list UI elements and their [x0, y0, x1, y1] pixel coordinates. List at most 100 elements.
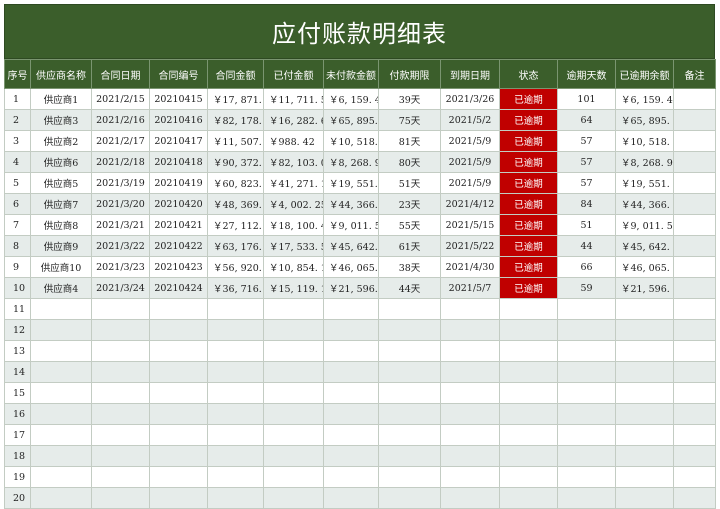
cell-note[interactable] [673, 340, 716, 362]
cell-overdue-days[interactable]: 57 [557, 151, 616, 173]
cell-no[interactable]: 8 [4, 235, 31, 257]
cell-amount[interactable]: ￥56, 920. 00 [207, 256, 264, 278]
col-header-amount[interactable]: 合同金额 [207, 59, 264, 89]
cell-supplier[interactable] [30, 403, 92, 425]
cell-no[interactable]: 2 [4, 109, 31, 131]
cell-due-date[interactable] [440, 487, 500, 509]
cell-term[interactable]: 75天 [378, 109, 441, 131]
cell-amount[interactable] [207, 403, 264, 425]
cell-amount[interactable]: ￥27, 112. 00 [207, 214, 264, 236]
cell-unpaid[interactable] [323, 424, 379, 446]
cell-due-date[interactable] [440, 361, 500, 383]
cell-contract-no[interactable]: 20210423 [149, 256, 208, 278]
cell-overdue-balance[interactable]: ￥19, 551. 81 [615, 172, 674, 194]
col-header-term[interactable]: 付款期限 [378, 59, 441, 89]
cell-paid[interactable] [263, 403, 324, 425]
cell-amount[interactable] [207, 466, 264, 488]
cell-contract-date[interactable] [91, 340, 150, 362]
cell-contract-date[interactable]: 2021/2/18 [91, 151, 150, 173]
cell-overdue-balance[interactable]: ￥44, 366. 75 [615, 193, 674, 215]
cell-status[interactable]: 已逾期 [499, 193, 558, 215]
cell-unpaid[interactable] [323, 466, 379, 488]
cell-no[interactable]: 7 [4, 214, 31, 236]
cell-overdue-balance[interactable]: ￥8, 268. 93 [615, 151, 674, 173]
cell-term[interactable]: 39天 [378, 88, 441, 110]
cell-term[interactable] [378, 340, 441, 362]
cell-no[interactable]: 15 [4, 382, 31, 404]
cell-status[interactable]: 已逾期 [499, 109, 558, 131]
cell-overdue-balance[interactable]: ￥45, 642. 45 [615, 235, 674, 257]
cell-overdue-balance[interactable]: ￥46, 065. 87 [615, 256, 674, 278]
cell-term[interactable] [378, 466, 441, 488]
cell-overdue-days[interactable]: 57 [557, 172, 616, 194]
cell-supplier[interactable] [30, 445, 92, 467]
cell-contract-date[interactable]: 2021/2/16 [91, 109, 150, 131]
col-header-due-date[interactable]: 到期日期 [440, 59, 500, 89]
cell-unpaid[interactable]: ￥6, 159. 41 [323, 88, 379, 110]
cell-note[interactable] [673, 466, 716, 488]
cell-status[interactable] [499, 319, 558, 341]
cell-overdue-days[interactable]: 84 [557, 193, 616, 215]
cell-unpaid[interactable]: ￥8, 268. 93 [323, 151, 379, 173]
cell-unpaid[interactable] [323, 445, 379, 467]
cell-term[interactable] [378, 361, 441, 383]
cell-paid[interactable]: ￥18, 100. 46 [263, 214, 324, 236]
cell-no[interactable]: 20 [4, 487, 31, 509]
cell-note[interactable] [673, 298, 716, 320]
cell-amount[interactable]: ￥60, 823. 00 [207, 172, 264, 194]
cell-note[interactable] [673, 130, 716, 152]
cell-supplier[interactable]: 供应商3 [30, 109, 92, 131]
cell-status[interactable] [499, 382, 558, 404]
cell-overdue-days[interactable]: 64 [557, 109, 616, 131]
cell-overdue-balance[interactable] [615, 424, 674, 446]
cell-supplier[interactable] [30, 319, 92, 341]
cell-paid[interactable]: ￥10, 854. 13 [263, 256, 324, 278]
col-header-overdue-balance[interactable]: 已逾期余额 [615, 59, 674, 89]
cell-note[interactable] [673, 172, 716, 194]
cell-contract-date[interactable]: 2021/3/23 [91, 256, 150, 278]
cell-contract-date[interactable]: 2021/3/24 [91, 277, 150, 299]
cell-contract-date[interactable]: 2021/2/15 [91, 88, 150, 110]
cell-paid[interactable] [263, 466, 324, 488]
cell-unpaid[interactable]: ￥65, 895. 37 [323, 109, 379, 131]
cell-paid[interactable] [263, 424, 324, 446]
cell-overdue-balance[interactable] [615, 319, 674, 341]
cell-no[interactable]: 14 [4, 361, 31, 383]
cell-no[interactable]: 4 [4, 151, 31, 173]
cell-status[interactable]: 已逾期 [499, 277, 558, 299]
col-header-no[interactable]: 序号 [4, 59, 31, 89]
cell-status[interactable]: 已逾期 [499, 151, 558, 173]
cell-contract-no[interactable]: 20210416 [149, 109, 208, 131]
cell-unpaid[interactable]: ￥19, 551. 81 [323, 172, 379, 194]
cell-term[interactable] [378, 319, 441, 341]
cell-status[interactable]: 已逾期 [499, 88, 558, 110]
cell-contract-no[interactable] [149, 424, 208, 446]
cell-term[interactable]: 61天 [378, 235, 441, 257]
cell-term[interactable]: 81天 [378, 130, 441, 152]
cell-note[interactable] [673, 109, 716, 131]
cell-overdue-days[interactable] [557, 403, 616, 425]
cell-contract-date[interactable] [91, 424, 150, 446]
cell-term[interactable] [378, 424, 441, 446]
cell-overdue-days[interactable] [557, 445, 616, 467]
col-header-supplier[interactable]: 供应商名称 [30, 59, 92, 89]
cell-overdue-days[interactable] [557, 424, 616, 446]
cell-overdue-days[interactable] [557, 298, 616, 320]
cell-paid[interactable] [263, 319, 324, 341]
cell-overdue-balance[interactable] [615, 487, 674, 509]
cell-paid[interactable] [263, 382, 324, 404]
cell-contract-date[interactable]: 2021/3/20 [91, 193, 150, 215]
cell-due-date[interactable] [440, 319, 500, 341]
cell-note[interactable] [673, 88, 716, 110]
cell-supplier[interactable]: 供应商6 [30, 151, 92, 173]
cell-status[interactable] [499, 403, 558, 425]
cell-overdue-balance[interactable] [615, 340, 674, 362]
cell-status[interactable] [499, 466, 558, 488]
cell-overdue-balance[interactable] [615, 403, 674, 425]
cell-overdue-days[interactable] [557, 487, 616, 509]
cell-supplier[interactable] [30, 340, 92, 362]
cell-due-date[interactable]: 2021/4/30 [440, 256, 500, 278]
cell-due-date[interactable] [440, 298, 500, 320]
cell-due-date[interactable] [440, 466, 500, 488]
cell-contract-date[interactable] [91, 361, 150, 383]
